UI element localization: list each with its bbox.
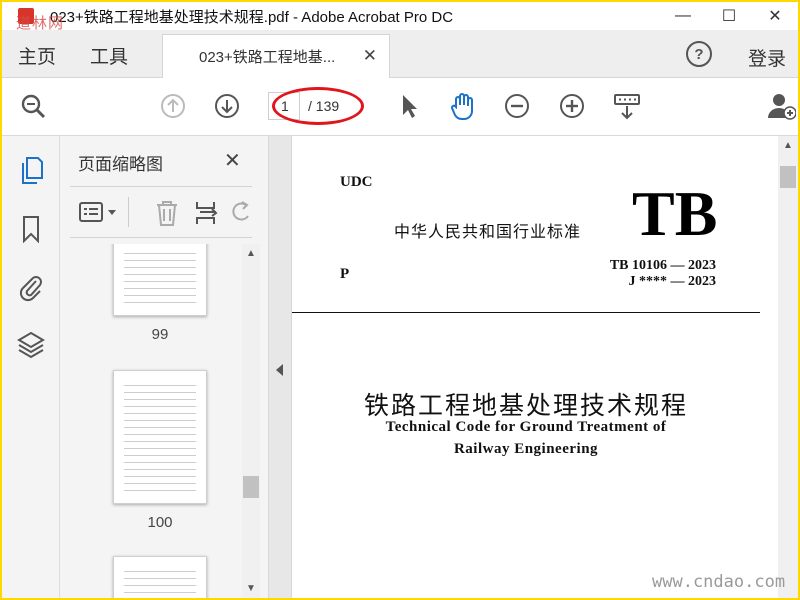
panel-splitter[interactable] xyxy=(268,136,292,598)
document-view: UDC 中华人民共和国行业标准 TB P TB 10106 — 2023 J *… xyxy=(292,136,778,598)
close-window-button[interactable]: ✕ xyxy=(752,2,798,30)
undo-icon[interactable] xyxy=(230,199,252,232)
doc-english-title-line1: Technical Code for Ground Treatment of xyxy=(385,419,667,435)
thumbnail-scrollbar[interactable]: ▲ ▼ xyxy=(242,244,260,598)
tools-tab[interactable]: 工具 xyxy=(90,42,128,69)
doc-p: P xyxy=(340,266,350,282)
thumbnail-text-lines xyxy=(124,379,196,495)
zoom-out-icon[interactable] xyxy=(502,91,532,121)
acrobat-window: 023+铁路工程地基处理技术规程.pdf - Adobe Acrobat Pro… xyxy=(2,2,798,598)
maximize-button[interactable]: ☐ xyxy=(706,2,752,30)
help-icon[interactable]: ? xyxy=(686,41,712,67)
doc-udc: UDC xyxy=(340,174,373,190)
page-down-icon[interactable] xyxy=(212,91,242,121)
zoom-in-icon[interactable] xyxy=(557,91,587,121)
collapse-panel-arrow-icon[interactable] xyxy=(276,364,283,376)
doc-code-j: J **** — 2023 xyxy=(628,274,717,289)
bookmark-icon[interactable] xyxy=(16,214,46,244)
thumbnail-page[interactable] xyxy=(113,244,207,316)
left-nav-rail xyxy=(2,136,60,598)
hand-icon[interactable] xyxy=(448,91,478,121)
document-tab[interactable]: 023+铁路工程地基... ✕ xyxy=(162,34,390,78)
login-button[interactable]: 登录 xyxy=(748,44,786,71)
add-user-icon[interactable] xyxy=(766,91,796,121)
scroll-down-arrow-icon[interactable]: ▼ xyxy=(246,583,256,594)
scroll-up-arrow-icon[interactable]: ▲ xyxy=(246,248,256,259)
insert-page-icon[interactable] xyxy=(194,199,220,232)
toolbar: 1 / 139 xyxy=(2,78,798,136)
thumbnail-page[interactable] xyxy=(113,556,207,598)
thumbnail-page[interactable] xyxy=(113,370,207,504)
select-arrow-icon[interactable] xyxy=(394,91,424,121)
doc-scroll-up-arrow-icon[interactable]: ▲ xyxy=(783,140,793,151)
options-menu-icon[interactable] xyxy=(78,200,122,231)
panel-toolbar xyxy=(70,186,252,238)
window-title: 023+铁路工程地基处理技术规程.pdf - Adobe Acrobat Pro… xyxy=(50,8,454,26)
scrollbar-thumb[interactable] xyxy=(243,476,259,498)
thumbnail-panel: 页面缩略图 ✕ 99 100 ▲ ▼ xyxy=(60,136,268,598)
doc-scrollbar-thumb[interactable] xyxy=(780,166,796,188)
thumbnail-list: 99 100 xyxy=(60,244,240,598)
watermark-bottom-right: www.cndao.com xyxy=(652,572,786,592)
layers-icon[interactable] xyxy=(16,330,46,360)
doc-tb-mark: TB xyxy=(632,178,718,249)
minimize-button[interactable]: — xyxy=(660,2,706,30)
scroll-mode-icon[interactable] xyxy=(612,91,642,121)
menu-bar: 主页 工具 023+铁路工程地基... ✕ ? 登录 xyxy=(2,30,798,78)
thumbnail-page-number: 99 xyxy=(151,326,169,343)
doc-code-tb: TB 10106 — 2023 xyxy=(609,258,716,273)
window-controls: — ☐ ✕ xyxy=(660,2,798,30)
thumbnail-page-number: 100 xyxy=(147,514,173,531)
page-up-icon[interactable] xyxy=(158,91,188,121)
doc-divider xyxy=(292,312,760,313)
panel-title: 页面缩略图 xyxy=(78,155,163,174)
delete-page-icon[interactable] xyxy=(154,199,180,232)
thumbnail-text-lines xyxy=(124,565,196,598)
doc-english-title-line2: Railway Engineering xyxy=(453,441,599,457)
title-bar: 023+铁路工程地基处理技术规程.pdf - Adobe Acrobat Pro… xyxy=(2,2,798,30)
page-thumbnails-icon[interactable] xyxy=(16,156,46,186)
thumbnail-text-lines xyxy=(124,247,196,307)
doc-standard-name: 中华人民共和国行业标准 xyxy=(394,224,582,241)
document-tab-label: 023+铁路工程地基... xyxy=(199,49,336,66)
attachment-icon[interactable] xyxy=(16,272,46,302)
toolbar-divider xyxy=(128,197,129,227)
close-tab-icon[interactable]: ✕ xyxy=(363,46,377,66)
red-circle-annotation xyxy=(272,87,364,125)
home-tab[interactable]: 主页 xyxy=(18,42,56,69)
doc-chinese-title: 铁路工程地基处理技术规程 xyxy=(363,392,688,420)
close-panel-icon[interactable]: ✕ xyxy=(224,148,241,173)
document-scrollbar[interactable]: ▲ xyxy=(778,136,798,598)
magnifier-icon[interactable] xyxy=(18,91,48,121)
